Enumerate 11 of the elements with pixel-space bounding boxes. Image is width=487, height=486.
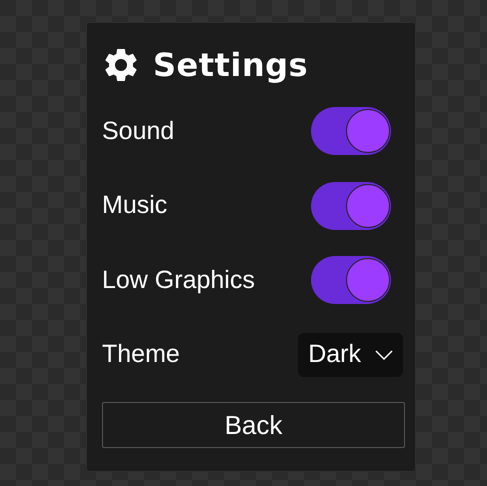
toggle-switch[interactable] bbox=[311, 107, 391, 156]
setting-label: Theme bbox=[102, 340, 180, 370]
toggle-switch[interactable] bbox=[311, 182, 391, 230]
panel-title: Settings bbox=[153, 46, 308, 84]
back-button[interactable]: Back bbox=[102, 402, 405, 448]
setting-label: Low Graphics bbox=[102, 266, 255, 295]
theme-dropdown[interactable]: Dark bbox=[298, 332, 403, 377]
setting-label: Sound bbox=[102, 116, 174, 146]
toggle-switch[interactable] bbox=[311, 256, 391, 304]
setting-label: Music bbox=[102, 191, 168, 220]
chevron-down-icon bbox=[375, 350, 393, 360]
